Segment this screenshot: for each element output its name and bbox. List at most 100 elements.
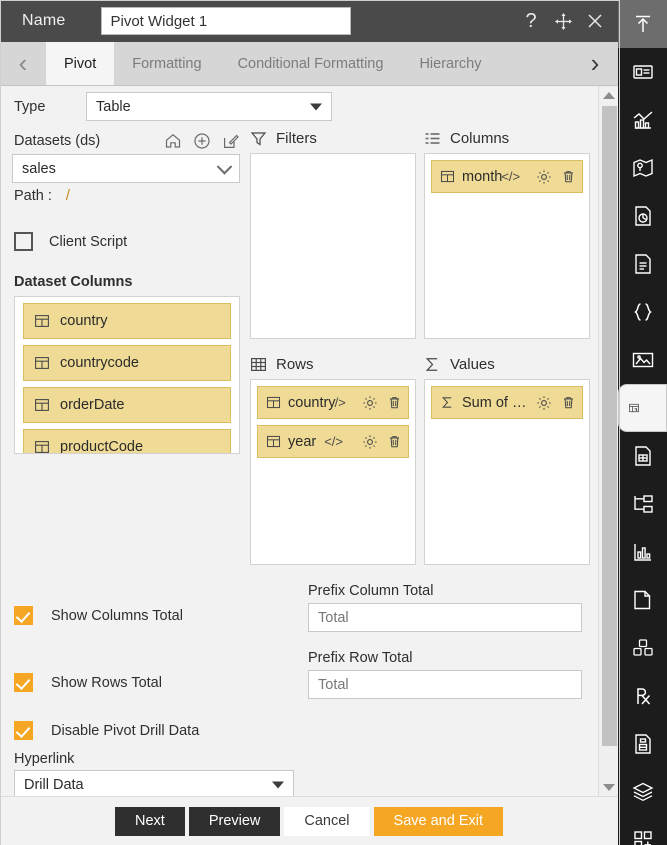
rows-chip-year[interactable]: year </>	[257, 425, 409, 458]
chip-name: Sum of …	[462, 394, 527, 411]
pivot-table-icon[interactable]	[618, 384, 667, 432]
card-widget-icon[interactable]	[618, 48, 667, 96]
show-columns-total-label: Show Columns Total	[51, 607, 183, 624]
column-name: orderDate	[60, 397, 125, 413]
show-columns-total-checkbox[interactable]	[14, 606, 33, 625]
panel-scrollbar[interactable]	[598, 86, 618, 796]
columns-dropzone[interactable]: month </>	[424, 153, 590, 339]
home-icon[interactable]	[164, 132, 182, 150]
disable-pivot-drill-label: Disable Pivot Drill Data	[51, 722, 200, 739]
move-icon[interactable]	[552, 10, 574, 32]
dataset-select[interactable]: sales	[12, 154, 240, 183]
delete-icon[interactable]	[561, 395, 576, 410]
type-select[interactable]: Table	[86, 92, 332, 121]
values-dropzone[interactable]: Sum of …	[424, 379, 590, 565]
document-icon[interactable]	[618, 240, 667, 288]
show-rows-total-checkbox[interactable]	[14, 673, 33, 692]
bar-stats-icon[interactable]	[618, 528, 667, 576]
copy-page-icon[interactable]	[618, 576, 667, 624]
tab-pivot[interactable]: Pivot	[46, 42, 115, 85]
code-braces-icon[interactable]	[618, 288, 667, 336]
help-icon[interactable]: ?	[520, 10, 542, 32]
delete-icon[interactable]	[561, 169, 576, 184]
add-widget-icon[interactable]	[618, 816, 667, 845]
gear-icon[interactable]	[362, 434, 378, 450]
next-button[interactable]: Next	[114, 806, 185, 836]
filters-dropzone[interactable]	[250, 153, 416, 339]
scrollbar-thumb[interactable]	[602, 106, 617, 746]
dialog-footer: Next Preview Cancel Save and Exit	[0, 796, 618, 845]
pivot-settings-panel: Type Table Datasets (ds) sales Path: / …	[0, 86, 618, 796]
prefix-row-total-label: Prefix Row Total	[308, 650, 413, 666]
rows-chip-country[interactable]: country />	[257, 386, 409, 419]
widget-name-input[interactable]	[101, 7, 352, 35]
code-expression-icon[interactable]: </>	[501, 169, 520, 184]
cubes-icon[interactable]	[618, 624, 667, 672]
values-chip-sum[interactable]: Sum of …	[431, 386, 583, 419]
column-name: productCode	[60, 439, 144, 454]
tabs-prev-button[interactable]: ‹	[0, 42, 46, 85]
list-item[interactable]: country	[23, 303, 231, 339]
rows-dropzone[interactable]: country /> year </>	[250, 379, 416, 565]
client-script-row: Client Script	[14, 232, 127, 251]
dimension-icon	[34, 439, 50, 453]
add-circle-icon[interactable]	[193, 132, 211, 150]
columns-header: Columns	[424, 130, 509, 147]
title-bar-actions: ?	[520, 10, 606, 32]
tab-formatting[interactable]: Formatting	[114, 42, 219, 85]
tab-hierarchy[interactable]: Hierarchy	[401, 42, 499, 85]
dataset-columns-label: Dataset Columns	[14, 274, 133, 290]
hyperlink-select[interactable]: Drill Data	[14, 770, 294, 796]
preview-button[interactable]: Preview	[188, 806, 281, 836]
gear-icon[interactable]	[362, 395, 378, 411]
file-save-icon[interactable]	[618, 720, 667, 768]
datasets-actions	[164, 132, 240, 150]
delete-icon[interactable]	[387, 434, 402, 449]
scroll-down-button[interactable]	[599, 778, 618, 796]
prefix-column-total-value: Total	[318, 609, 349, 626]
form-document-icon[interactable]	[618, 432, 667, 480]
client-script-checkbox[interactable]	[14, 232, 33, 251]
gear-icon[interactable]	[536, 395, 552, 411]
dimension-icon	[34, 313, 50, 329]
prefix-row-total-value: Total	[318, 676, 349, 693]
chip-name: month	[462, 168, 503, 185]
code-expression-icon[interactable]: />	[335, 395, 346, 410]
layers-icon[interactable]	[618, 768, 667, 816]
close-icon[interactable]	[584, 10, 606, 32]
values-title: Values	[450, 356, 495, 373]
prescription-rx-icon[interactable]	[618, 672, 667, 720]
scroll-up-button[interactable]	[599, 86, 618, 104]
list-item[interactable]: countrycode	[23, 345, 231, 381]
report-pie-icon[interactable]	[618, 192, 667, 240]
save-and-exit-button[interactable]: Save and Exit	[373, 806, 504, 836]
tab-conditional-formatting[interactable]: Conditional Formatting	[220, 42, 402, 85]
prefix-column-total-input[interactable]: Total	[308, 603, 582, 632]
path-row: Path : /	[14, 188, 70, 204]
chip-actions	[357, 434, 402, 450]
disable-pivot-drill-checkbox[interactable]	[14, 721, 33, 740]
map-icon[interactable]	[618, 144, 667, 192]
hyperlink-select-value: Drill Data	[24, 776, 84, 793]
tabs-next-button[interactable]: ›	[572, 42, 618, 85]
edit-icon[interactable]	[222, 132, 240, 150]
cancel-button[interactable]: Cancel	[284, 806, 370, 836]
dataset-columns-list[interactable]: country countrycode orderDate productCod…	[14, 296, 240, 454]
image-icon[interactable]	[618, 336, 667, 384]
chip-name: country	[288, 394, 336, 411]
tree-hierarchy-icon[interactable]	[618, 480, 667, 528]
gear-icon[interactable]	[536, 169, 552, 185]
show-columns-total-row: Show Columns Total	[14, 606, 183, 625]
datasets-label: Datasets (ds)	[14, 133, 101, 149]
code-expression-icon[interactable]: </>	[324, 434, 343, 449]
dimension-icon	[34, 397, 50, 413]
prefix-row-total-input[interactable]: Total	[308, 670, 582, 699]
funnel-icon	[250, 130, 267, 147]
collapse-up-icon[interactable]	[618, 0, 667, 48]
widget-type-rail	[618, 0, 667, 845]
list-item[interactable]: orderDate	[23, 387, 231, 423]
chart-icon[interactable]	[618, 96, 667, 144]
delete-icon[interactable]	[387, 395, 402, 410]
columns-chip-month[interactable]: month </>	[431, 160, 583, 193]
list-item[interactable]: productCode	[23, 429, 231, 454]
